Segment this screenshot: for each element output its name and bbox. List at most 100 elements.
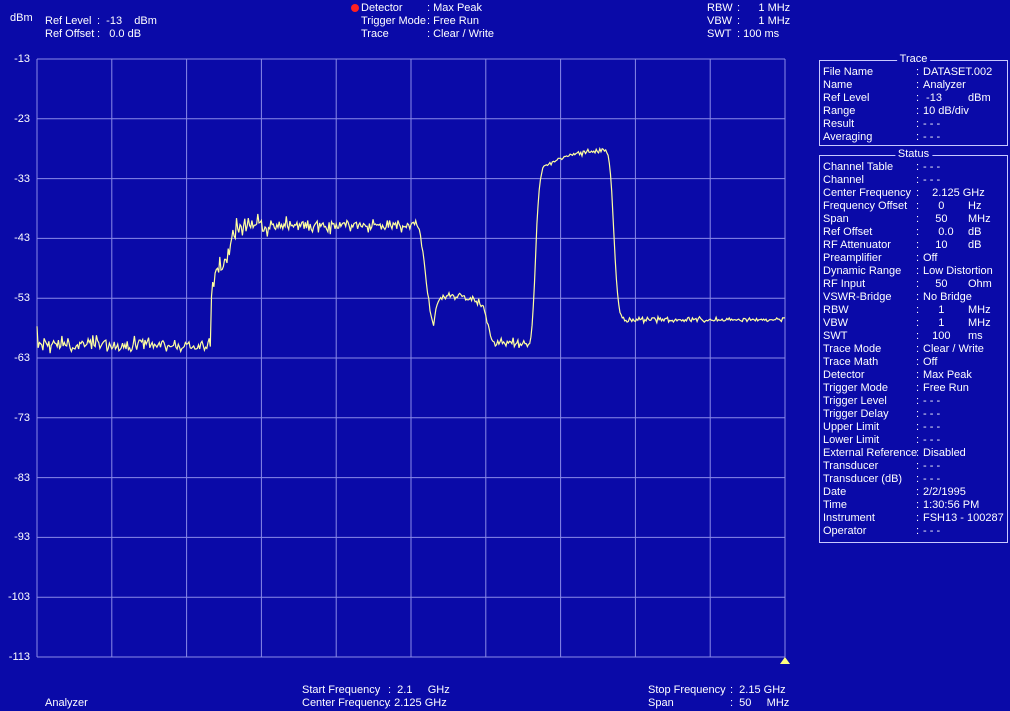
status-panel-row-separator: : — [916, 161, 920, 173]
status-panel-row-label: RF Input — [823, 278, 866, 290]
status-panel-title: Status — [894, 148, 933, 161]
status-panel-row-separator: : — [916, 473, 920, 485]
status-panel-row-label: Lower Limit — [823, 434, 880, 446]
ref-level-label: Ref Level — [45, 15, 92, 27]
status-panel-row-value: FSH13 - 100287 — [923, 512, 1004, 524]
y-tick-label: -13 — [14, 53, 30, 65]
status-panel-row-value: - - - — [923, 434, 941, 446]
unit-label: dBm — [10, 12, 33, 24]
status-panel-row: Trigger Level: - - - — [823, 395, 1007, 408]
vbw-label: VBW — [707, 15, 733, 27]
status-panel-row-label: Preamplifier — [823, 252, 882, 264]
status-panel-row: Ref Offset: 0.0 dB — [823, 226, 1007, 239]
status-panel-row-value: 50 — [923, 213, 948, 225]
trace-panel-row-label: Result — [823, 118, 855, 130]
trace-panel-row-value: DATASET.002 — [923, 66, 993, 78]
status-panel-row-separator: : — [916, 187, 920, 199]
marker-triangle-icon[interactable] — [780, 657, 790, 664]
status-panel-row-value: Max Peak — [923, 369, 972, 381]
status-panel-row: Transducer (dB): - - - — [823, 473, 1007, 486]
trace-panel-row-separator: : — [916, 66, 920, 78]
status-panel-row-separator: : — [916, 486, 920, 498]
status-panel-row-value: Off — [923, 252, 938, 264]
status-panel-row: Dynamic Range: Low Distortion — [823, 265, 1007, 278]
trace-panel-row-value: -13 — [923, 92, 942, 104]
y-tick-label: -113 — [8, 651, 30, 663]
status-panel-row-separator: : — [916, 278, 920, 290]
status-panel-row-label: Trace Math — [823, 356, 879, 368]
status-panel-row-value: 1 — [923, 304, 945, 316]
status-panel-row-value: - - - — [923, 161, 941, 173]
ref-offset-label: Ref Offset — [45, 28, 95, 40]
status-panel-row-label: VBW — [823, 317, 849, 329]
status-panel-row-value: Clear / Write — [923, 343, 984, 355]
status-panel-row: Instrument: FSH13 - 100287 — [823, 512, 1007, 525]
status-panel-row-separator: : — [916, 369, 920, 381]
status-panel-row-value: 2.125 GHz — [923, 187, 985, 199]
y-tick-label: -23 — [14, 112, 30, 125]
swt-label: SWT — [707, 28, 732, 40]
status-panel-row: Transducer: - - - — [823, 460, 1007, 473]
trace-label: Trace — [361, 28, 389, 40]
status-panel-row-separator: : — [916, 447, 920, 459]
status-panel-row-label: Time — [823, 499, 848, 511]
status-panel-row-label: RF Attenuator — [823, 239, 891, 251]
trace-panel-row-label: File Name — [823, 66, 874, 78]
trigger-mode-label: Trigger Mode — [361, 15, 427, 27]
trace-panel-row-unit: dBm — [968, 92, 991, 104]
trace-panel-row-value: - - - — [923, 131, 941, 143]
span-value: : 50 MHz — [730, 697, 790, 709]
status-panel-row-separator: : — [916, 265, 920, 277]
y-tick-label: -33 — [14, 172, 30, 185]
status-panel-row: VSWR-Bridge: No Bridge — [823, 291, 1007, 304]
status-panel-row-label: Channel — [823, 174, 864, 186]
trace-panel-row-label: Range — [823, 105, 856, 117]
status-panel-row-value: 10 — [923, 239, 948, 251]
trace-panel-row: Name: Analyzer — [823, 79, 1007, 92]
status-panel-row-value: 1 — [923, 317, 945, 329]
status-panel-row-label: SWT — [823, 330, 848, 342]
status-panel-row-label: Date — [823, 486, 847, 498]
status-panel-row-value: 100 — [923, 330, 951, 342]
status-panel-row-label: Trace Mode — [823, 343, 882, 355]
status-panel-row-separator: : — [916, 499, 920, 511]
y-tick-label: -103 — [7, 591, 30, 604]
rbw-label: RBW — [707, 2, 733, 14]
status-panel-row-value: - - - — [923, 421, 941, 433]
status-panel-row: RBW: 1 MHz — [823, 304, 1007, 317]
ref-level-value: : -13 dBm — [97, 15, 157, 27]
status-panel-row-separator: : — [916, 525, 920, 537]
stop-frequency-value: : 2.15 GHz — [730, 684, 786, 696]
status-panel-row-unit: MHz — [968, 213, 991, 225]
trace-panel-row-label: Averaging — [823, 131, 873, 143]
status-panel-row-value: Low Distortion — [923, 265, 993, 277]
status-panel-row-separator: : — [916, 291, 920, 303]
trace-panel-row: File Name: DATASET.002 — [823, 66, 1007, 79]
status-panel-row: Frequency Offset: 0 Hz — [823, 200, 1007, 213]
status-panel-row-value: - - - — [923, 174, 941, 186]
status-panel-row-separator: : — [916, 330, 920, 342]
vbw-value: : 1 MHz — [737, 15, 791, 27]
status-panel-row-separator: : — [916, 512, 920, 524]
trace-panel-row-separator: : — [916, 118, 920, 130]
y-tick-label: -93 — [14, 531, 30, 544]
status-panel-row-value: - - - — [923, 395, 941, 407]
trace-panel-row-value: 10 dB/div — [923, 105, 969, 117]
stop-frequency-label: Stop Frequency — [648, 684, 726, 696]
status-panel-row-label: VSWR-Bridge — [823, 291, 892, 303]
trace-panel-row-label: Name — [823, 79, 853, 91]
span-label: Span — [648, 697, 674, 709]
center-frequency-value: : 2.125 GHz — [388, 697, 447, 709]
status-panel-row: Trace Math: Off — [823, 356, 1007, 369]
status-panel-row: VBW: 1 MHz — [823, 317, 1007, 330]
status-panel-row: RF Attenuator: 10 dB — [823, 239, 1007, 252]
status-panel-row-label: Center Frequency — [823, 187, 912, 199]
status-panel-row-unit: MHz — [968, 304, 991, 316]
status-panel-row-value: 1:30:56 PM — [923, 499, 980, 511]
status-panel: Status Channel Table: - - - Channel: - - -C… — [819, 148, 1008, 543]
status-panel-row-separator: : — [916, 395, 920, 407]
status-panel-row-separator: : — [916, 213, 920, 225]
status-panel-row: Upper Limit: - - - — [823, 421, 1007, 434]
status-panel-row-value: Disabled — [923, 447, 966, 459]
trace-panel-title: Trace — [896, 53, 931, 66]
